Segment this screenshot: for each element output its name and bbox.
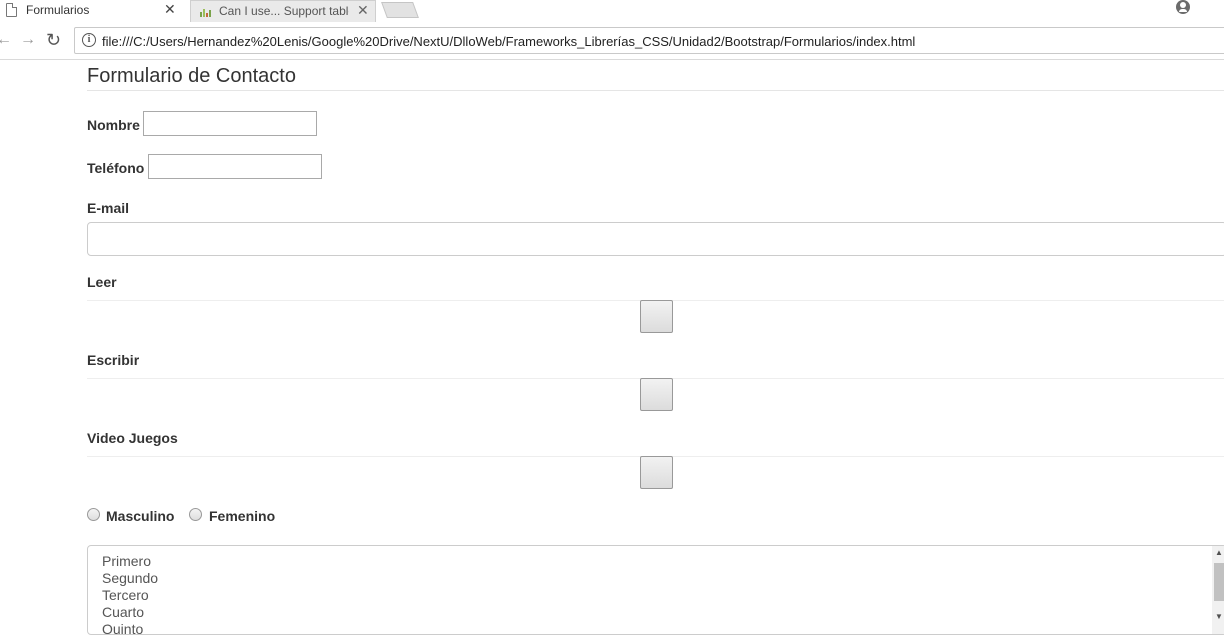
- leer-range-thumb[interactable]: [640, 300, 673, 333]
- scroll-up-icon[interactable]: ▲: [1215, 548, 1223, 557]
- telefono-label: Teléfono: [87, 160, 145, 176]
- leer-label: Leer: [87, 274, 117, 290]
- title-divider: [87, 90, 1224, 91]
- escribir-label: Escribir: [87, 352, 140, 368]
- masculino-radio[interactable]: [87, 508, 100, 521]
- browser-toolbar: ← → ↻ i file:///C:/Users/Hernandez%20Len…: [0, 22, 1224, 60]
- tab-title: Can I use... Support table: [219, 4, 349, 18]
- tab-can-i-use[interactable]: Can I use... Support table ✕: [190, 0, 376, 22]
- list-option[interactable]: Tercero: [102, 587, 149, 603]
- info-icon[interactable]: i: [82, 33, 96, 47]
- page-content: Formulario de Contacto Nombre Teléfono E…: [87, 60, 1224, 635]
- femenino-radio[interactable]: [189, 508, 202, 521]
- list-option[interactable]: Cuarto: [102, 604, 144, 620]
- telefono-input[interactable]: [148, 154, 322, 179]
- femenino-label[interactable]: Femenino: [209, 508, 275, 524]
- address-bar[interactable]: i file:///C:/Users/Hernandez%20Lenis/Goo…: [74, 27, 1224, 54]
- profile-icon[interactable]: [1176, 0, 1190, 14]
- email-input[interactable]: [87, 222, 1224, 256]
- list-option[interactable]: Primero: [102, 553, 151, 569]
- options-listbox[interactable]: Primero Segundo Tercero Cuarto Quinto ▲ …: [87, 545, 1224, 635]
- scroll-down-icon[interactable]: ▼: [1215, 612, 1223, 621]
- reload-icon[interactable]: ↻: [46, 30, 61, 51]
- nombre-input[interactable]: [143, 111, 317, 136]
- list-option[interactable]: Segundo: [102, 570, 158, 586]
- page-icon: [6, 3, 17, 17]
- tab-title: Formularios: [26, 3, 90, 17]
- listbox-scrollbar[interactable]: ▲ ▼: [1212, 546, 1224, 634]
- list-option[interactable]: Quinto: [102, 621, 143, 634]
- url-text[interactable]: file:///C:/Users/Hernandez%20Lenis/Googl…: [102, 34, 915, 49]
- tab-strip: Formularios ✕ Can I use... Support table…: [0, 0, 1224, 22]
- escribir-range-thumb[interactable]: [640, 378, 673, 411]
- scroll-thumb[interactable]: [1214, 563, 1224, 601]
- nombre-label: Nombre: [87, 117, 140, 133]
- caniuse-favicon-icon: [200, 9, 211, 17]
- tab-close-icon[interactable]: ✕: [164, 1, 176, 18]
- email-label: E-mail: [87, 200, 130, 216]
- video-juegos-range-thumb[interactable]: [640, 456, 673, 489]
- tab-close-icon[interactable]: ✕: [357, 2, 369, 19]
- forward-arrow-icon[interactable]: →: [20, 31, 36, 49]
- tab-formularios[interactable]: Formularios ✕: [0, 0, 182, 22]
- page-title: Formulario de Contacto: [87, 65, 296, 87]
- new-tab-button[interactable]: [381, 2, 419, 18]
- back-arrow-icon[interactable]: ←: [0, 31, 12, 49]
- video-juegos-label: Video Juegos: [87, 430, 178, 446]
- masculino-label[interactable]: Masculino: [106, 508, 174, 524]
